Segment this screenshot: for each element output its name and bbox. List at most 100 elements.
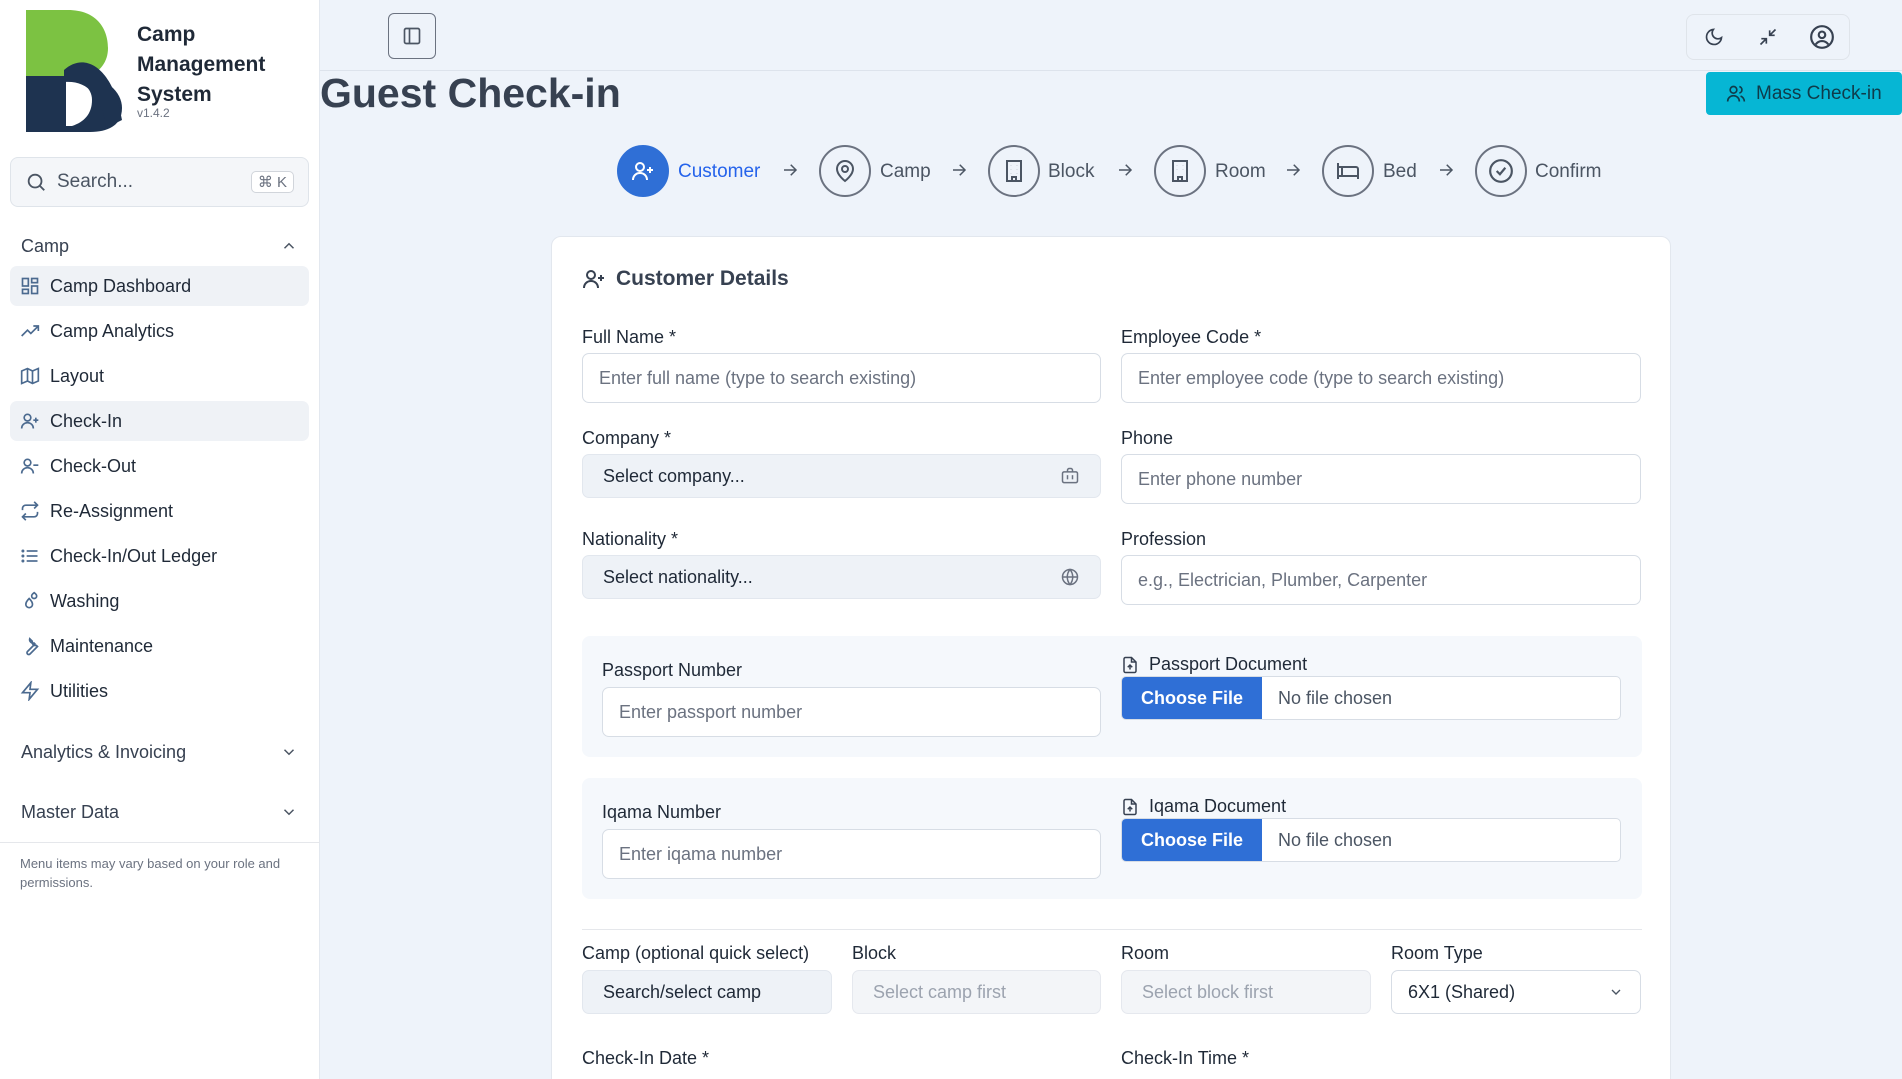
company-select[interactable]: Select company... xyxy=(582,454,1101,498)
logo xyxy=(26,10,122,132)
dashboard-icon xyxy=(21,277,39,295)
arrow-right-icon xyxy=(1119,164,1133,176)
sidebar-footnote: Menu items may vary based on your role a… xyxy=(20,856,281,890)
user-plus-icon xyxy=(632,162,653,181)
passport-choose-file-button[interactable]: Choose File xyxy=(1122,677,1262,719)
iqama-document-text: Iqama Document xyxy=(1149,796,1287,816)
step-bed-label: Bed xyxy=(1383,161,1417,182)
step-confirm[interactable] xyxy=(1475,145,1527,197)
sidebar-item-re-assignment[interactable]: Re-Assignment xyxy=(10,491,309,531)
profession-input[interactable]: e.g., Electrician, Plumber, Carpenter xyxy=(1121,555,1641,605)
nationality-value: Select nationality... xyxy=(603,566,753,587)
file-upload-icon xyxy=(1123,798,1137,815)
sidebar-item-check-out[interactable]: Check-Out xyxy=(10,446,309,486)
search-icon xyxy=(27,173,45,191)
passport-number-input[interactable]: Enter passport number xyxy=(602,687,1101,737)
phone-label: Phone xyxy=(1121,428,1174,448)
user-minus-icon xyxy=(20,458,39,474)
sidebar-item-layout[interactable]: Layout xyxy=(10,356,309,396)
minimize-icon xyxy=(1759,28,1777,46)
sidebar: Camp Management System v1.4.2 Search... … xyxy=(0,0,320,1079)
room-type-select[interactable]: 6X1 (Shared) xyxy=(1391,970,1641,1014)
employee-code-input[interactable]: Enter employee code (type to search exis… xyxy=(1121,353,1641,403)
app-name: Camp Management System xyxy=(137,23,266,106)
sidebar-item-washing[interactable]: Washing xyxy=(10,581,309,621)
nationality-select[interactable]: Select nationality... xyxy=(582,555,1101,599)
passport-document-text: Passport Document xyxy=(1149,654,1308,674)
card-title-text: Customer Details xyxy=(616,267,789,290)
file-upload-icon xyxy=(1123,656,1137,673)
app-version: v1.4.2 xyxy=(137,106,170,120)
passport-file-input[interactable]: Choose File No file chosen xyxy=(1121,676,1621,720)
sidebar-item-camp-analytics[interactable]: Camp Analytics xyxy=(10,311,309,351)
wrench-icon xyxy=(26,637,39,656)
iqama-file-input[interactable]: Choose File No file chosen xyxy=(1121,818,1621,862)
step-camp[interactable] xyxy=(819,145,871,197)
list-icon xyxy=(21,549,38,563)
section-analytics[interactable]: Analytics & Invoicing xyxy=(10,735,309,769)
user-plus-icon xyxy=(583,270,604,289)
full-name-input[interactable]: Enter full name (type to search existing… xyxy=(582,353,1101,403)
topbar-tools xyxy=(1686,14,1850,60)
sidebar-item-label: Re-Assignment xyxy=(50,500,174,521)
arrow-right-icon xyxy=(953,164,967,176)
section-camp[interactable]: Camp xyxy=(10,229,309,263)
sidebar-item-label: Check-In xyxy=(50,410,123,431)
fullscreen-button[interactable] xyxy=(1741,15,1795,59)
sidebar-item-maintenance[interactable]: Maintenance xyxy=(10,626,309,666)
step-confirm-label: Confirm xyxy=(1535,161,1602,182)
mass-check-in-button[interactable]: Mass Check-in xyxy=(1706,72,1902,115)
step-room[interactable] xyxy=(1154,145,1206,197)
camp-select-value: Search/select camp xyxy=(603,981,762,1002)
sidebar-item-label: Camp Dashboard xyxy=(50,275,192,296)
section-master-label: Master Data xyxy=(21,801,120,822)
sidebar-item-utilities[interactable]: Utilities xyxy=(10,671,309,711)
step-block-label: Block xyxy=(1048,161,1095,182)
section-analytics-label: Analytics & Invoicing xyxy=(21,741,187,762)
repeat-icon xyxy=(21,501,39,521)
iqama-number-placeholder: Enter iqama number xyxy=(619,843,783,864)
iqama-choose-file-button[interactable]: Choose File xyxy=(1122,819,1262,861)
camp-select[interactable]: Search/select camp xyxy=(582,970,832,1014)
bed-icon xyxy=(1337,163,1359,179)
map-icon xyxy=(20,367,40,385)
section-camp-label: Camp xyxy=(21,235,70,256)
sidebar-toggle-button[interactable] xyxy=(388,13,436,59)
sidebar-item-label: Camp Analytics xyxy=(50,320,175,341)
profession-label: Profession xyxy=(1121,529,1207,549)
theme-toggle-button[interactable] xyxy=(1687,15,1741,59)
arrow-right-icon xyxy=(1287,164,1301,176)
profession-placeholder: e.g., Electrician, Plumber, Carpenter xyxy=(1138,569,1428,590)
passport-file-status: No file chosen xyxy=(1278,687,1393,708)
topbar xyxy=(320,0,1902,71)
iqama-number-label: Iqama Number xyxy=(602,802,722,822)
full-name-label: Full Name * xyxy=(582,327,677,347)
user-plus-icon xyxy=(20,413,39,429)
check-in-time-label: Check-In Time * xyxy=(1121,1048,1250,1068)
sidebar-item-camp-dashboard[interactable]: Camp Dashboard xyxy=(10,266,309,306)
sidebar-item-label: Check-Out xyxy=(50,455,137,476)
section-divider xyxy=(582,929,1642,930)
sidebar-item-ledger[interactable]: Check-In/Out Ledger xyxy=(10,536,309,576)
block-select[interactable]: Select camp first xyxy=(852,970,1101,1014)
customer-details-card: Customer Details Full Name * Enter full … xyxy=(551,236,1671,1079)
building-icon xyxy=(1006,160,1022,182)
employee-code-placeholder: Enter employee code (type to search exis… xyxy=(1138,367,1505,388)
sidebar-item-label: Maintenance xyxy=(50,635,154,656)
step-bed[interactable] xyxy=(1322,145,1374,197)
step-customer[interactable] xyxy=(617,145,669,197)
passport-document-label: Passport Document xyxy=(1121,654,1307,675)
iqama-number-input[interactable]: Enter iqama number xyxy=(602,829,1101,879)
step-block[interactable] xyxy=(988,145,1040,197)
step-room-label: Room xyxy=(1215,161,1266,182)
card-title: Customer Details xyxy=(582,267,789,291)
phone-input[interactable]: Enter phone number xyxy=(1121,454,1641,504)
sidebar-divider xyxy=(0,842,320,843)
section-master-data[interactable]: Master Data xyxy=(10,795,309,829)
room-select[interactable]: Select block first xyxy=(1121,970,1371,1014)
panel-left-icon xyxy=(403,27,421,45)
user-menu-button[interactable] xyxy=(1795,15,1849,59)
company-value: Select company... xyxy=(603,465,745,486)
sidebar-item-check-in[interactable]: Check-In xyxy=(10,401,309,441)
search-input[interactable]: Search... ⌘ K xyxy=(10,157,309,207)
